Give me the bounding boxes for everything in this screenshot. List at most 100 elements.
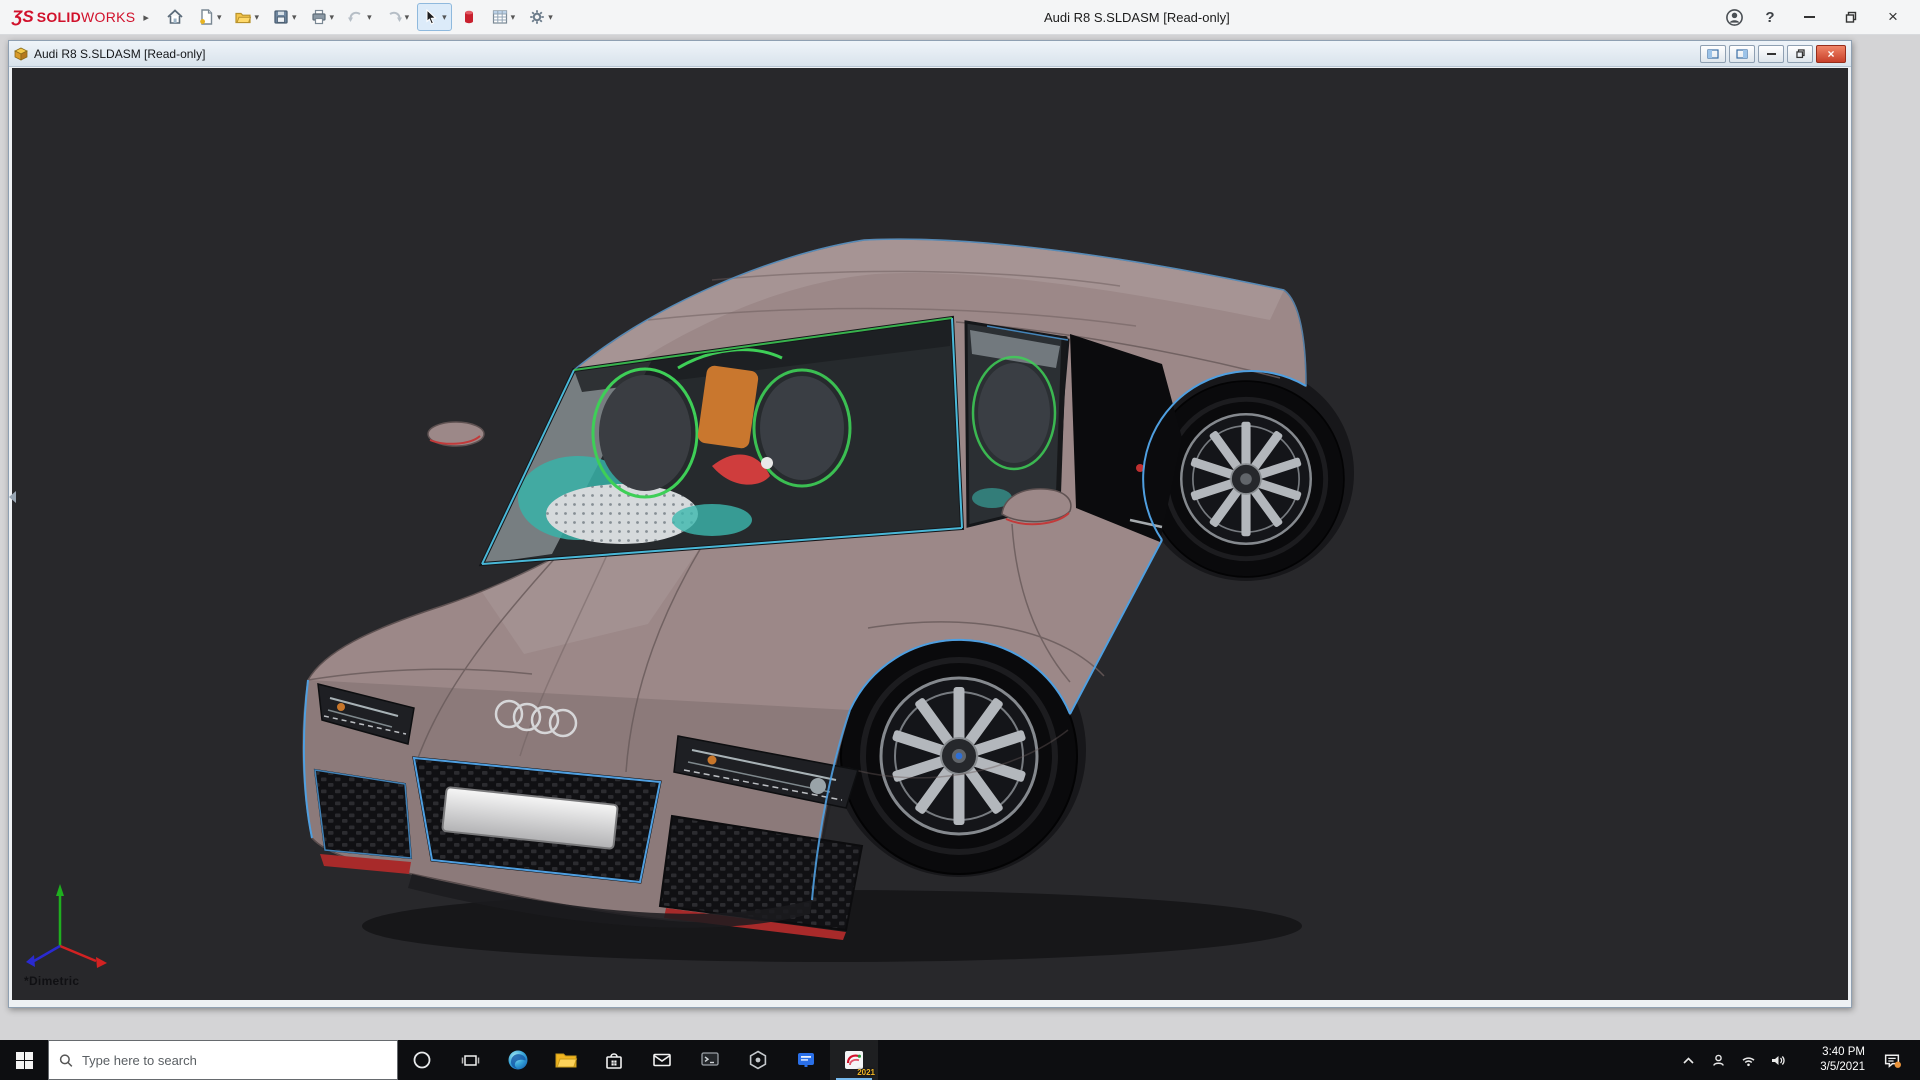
panel-collapse-arrow[interactable] bbox=[9, 491, 16, 503]
undo-button[interactable]: ▾ bbox=[342, 3, 377, 31]
taskbar-clock[interactable]: 3:40 PM 3/5/2021 bbox=[1793, 1045, 1869, 1075]
dropdown-caret[interactable]: ▾ bbox=[254, 12, 259, 23]
quick-access-toolbar: ▾ ▾ ▾ ▾ bbox=[161, 3, 558, 31]
graphics-viewport[interactable]: *Dimetric bbox=[12, 68, 1848, 1000]
redo-button[interactable]: ▾ bbox=[380, 3, 415, 31]
cortana-button[interactable] bbox=[398, 1040, 446, 1080]
app-window-title: Audi R8 S.SLDASM [Read-only] bbox=[558, 10, 1716, 25]
app-icon-solidworks[interactable]: 2021 bbox=[830, 1040, 878, 1080]
new-document-icon bbox=[197, 8, 215, 26]
tray-volume-icon[interactable] bbox=[1763, 1040, 1793, 1080]
clock-date: 3/5/2021 bbox=[1793, 1060, 1865, 1075]
featuremanager-pane-button[interactable] bbox=[1729, 45, 1755, 63]
doc-close-button[interactable]: × bbox=[1816, 45, 1846, 63]
assembly-document-icon bbox=[14, 47, 28, 61]
new-document-button[interactable]: ▾ bbox=[192, 3, 227, 31]
document-titlebar[interactable]: Audi R8 S.SLDASM [Read-only] bbox=[9, 41, 1851, 67]
split-pane-icon bbox=[1707, 48, 1719, 60]
app-restore-button[interactable] bbox=[1830, 0, 1872, 35]
options-button[interactable]: ▾ bbox=[523, 3, 558, 31]
display-pane-toggle-button[interactable] bbox=[1700, 45, 1726, 63]
start-button[interactable] bbox=[0, 1040, 48, 1080]
app-minimize-button[interactable] bbox=[1788, 0, 1830, 35]
red-cylinder-icon bbox=[460, 8, 478, 26]
design-table-button[interactable]: ▾ bbox=[486, 3, 521, 31]
dropdown-caret[interactable]: ▾ bbox=[367, 12, 372, 23]
search-input[interactable] bbox=[82, 1053, 387, 1068]
open-button[interactable]: ▾ bbox=[229, 3, 264, 31]
clock-time: 3:40 PM bbox=[1793, 1045, 1865, 1060]
pane-grid-icon bbox=[1736, 48, 1748, 60]
file-explorer-icon bbox=[554, 1048, 578, 1072]
toolbar-flyout-chevron[interactable]: ▸ bbox=[143, 11, 149, 24]
app-icon-edge[interactable] bbox=[494, 1040, 542, 1080]
redo-icon bbox=[385, 8, 403, 26]
blue-display-icon bbox=[794, 1048, 818, 1072]
save-icon bbox=[272, 8, 290, 26]
interior-orange-block bbox=[697, 365, 759, 449]
terminal-icon bbox=[698, 1048, 722, 1072]
tray-expand-button[interactable] bbox=[1673, 1040, 1703, 1080]
app-icon-terminal[interactable] bbox=[686, 1040, 734, 1080]
select-button[interactable]: ▾ bbox=[417, 3, 452, 31]
gear-icon bbox=[528, 8, 546, 26]
tray-network-icon[interactable] bbox=[1733, 1040, 1763, 1080]
appearance-button[interactable] bbox=[455, 3, 483, 31]
select-arrow-icon bbox=[422, 8, 440, 26]
notification-icon bbox=[1883, 1052, 1901, 1069]
3d-scene bbox=[12, 68, 1848, 1000]
doc-minimize-button[interactable] bbox=[1758, 45, 1784, 63]
solidworks-logo: ƷS SOLID WORKS bbox=[12, 7, 135, 27]
system-tray: 3:40 PM 3/5/2021 bbox=[1673, 1040, 1920, 1080]
tray-people-icon[interactable] bbox=[1703, 1040, 1733, 1080]
app-icon-store[interactable] bbox=[590, 1040, 638, 1080]
dropdown-caret[interactable]: ▾ bbox=[548, 12, 553, 23]
dropdown-caret[interactable]: ▾ bbox=[442, 12, 447, 23]
open-icon bbox=[234, 8, 252, 26]
print-icon bbox=[310, 8, 328, 26]
task-view-icon bbox=[461, 1052, 480, 1069]
dropdown-caret[interactable]: ▾ bbox=[292, 12, 297, 23]
titlebar-right-cluster: ? × bbox=[1716, 0, 1914, 35]
document-window: Audi R8 S.SLDASM [Read-only] bbox=[8, 40, 1852, 1008]
undo-icon bbox=[347, 8, 365, 26]
app-icon-edrawings[interactable] bbox=[734, 1040, 782, 1080]
dropdown-caret[interactable]: ▾ bbox=[330, 12, 335, 23]
wifi-icon bbox=[1741, 1054, 1756, 1067]
edge-icon bbox=[506, 1048, 530, 1072]
app-icon-graphics-center[interactable] bbox=[782, 1040, 830, 1080]
restore-icon bbox=[1795, 48, 1806, 59]
app-titlebar: ƷS SOLID WORKS ▸ ▾ bbox=[0, 0, 1920, 35]
action-center-button[interactable] bbox=[1869, 1040, 1914, 1080]
print-button[interactable]: ▾ bbox=[305, 3, 340, 31]
speaker-icon bbox=[1770, 1053, 1786, 1068]
windows-taskbar: 2021 3:40 PM bbox=[0, 1040, 1920, 1080]
dropdown-caret[interactable]: ▾ bbox=[511, 12, 516, 23]
solidworks-year-badge: 2021 bbox=[857, 1068, 875, 1077]
home-button[interactable] bbox=[161, 3, 189, 31]
driver-seat bbox=[599, 375, 691, 491]
car-model[interactable] bbox=[303, 239, 1354, 962]
search-icon bbox=[59, 1053, 73, 1068]
save-button[interactable]: ▾ bbox=[267, 3, 302, 31]
task-view-button[interactable] bbox=[446, 1040, 494, 1080]
document-title: Audi R8 S.SLDASM [Read-only] bbox=[34, 47, 205, 61]
view-orientation-label: *Dimetric bbox=[24, 974, 79, 988]
3ds-logo-mark: ƷS bbox=[12, 7, 34, 27]
help-button[interactable]: ? bbox=[1752, 0, 1788, 35]
taskbar-search[interactable] bbox=[48, 1040, 398, 1080]
dropdown-caret[interactable]: ▾ bbox=[217, 12, 222, 23]
dropdown-caret[interactable]: ▾ bbox=[405, 12, 410, 23]
user-icon bbox=[1725, 8, 1744, 27]
windshield bbox=[482, 318, 962, 564]
doc-restore-button[interactable] bbox=[1787, 45, 1813, 63]
store-icon bbox=[602, 1048, 626, 1072]
mail-icon bbox=[650, 1048, 674, 1072]
app-icon-file-explorer[interactable] bbox=[542, 1040, 590, 1080]
orientation-triad[interactable] bbox=[26, 884, 107, 968]
app-icon-mail[interactable] bbox=[638, 1040, 686, 1080]
account-button[interactable] bbox=[1716, 0, 1752, 35]
cortana-icon bbox=[411, 1049, 433, 1071]
hexagon-app-icon bbox=[746, 1048, 770, 1072]
app-close-button[interactable]: × bbox=[1872, 0, 1914, 35]
